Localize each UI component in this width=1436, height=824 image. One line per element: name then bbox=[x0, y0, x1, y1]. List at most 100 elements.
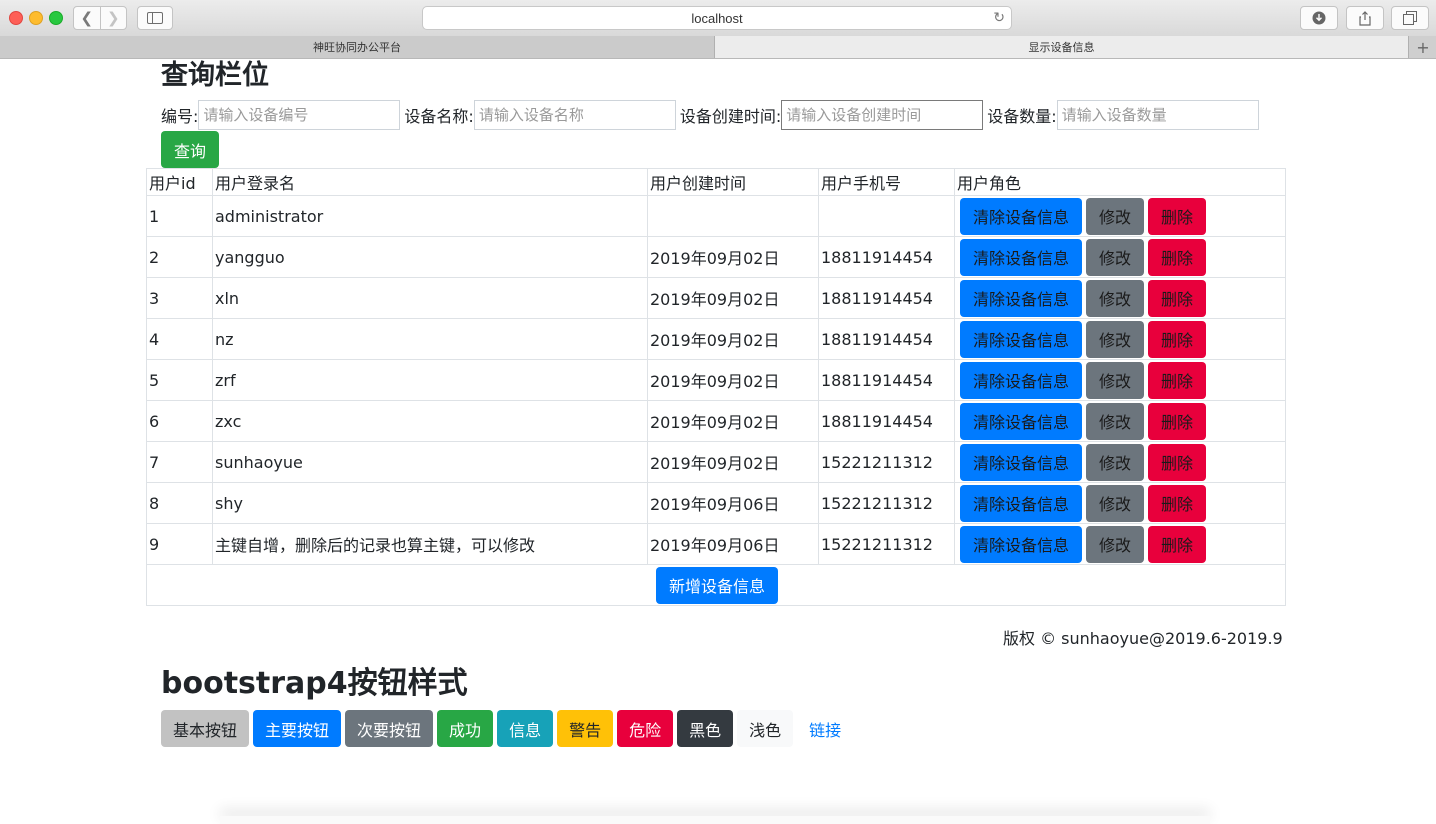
delete-button[interactable]: 删除 bbox=[1148, 238, 1206, 276]
reload-icon[interactable]: ↻ bbox=[993, 9, 1005, 26]
edit-button[interactable]: 修改 bbox=[1086, 238, 1144, 276]
new-tab-button[interactable]: + bbox=[1408, 36, 1436, 58]
link-button[interactable]: 链接 bbox=[797, 710, 853, 747]
cell-phone: 18811914454 bbox=[818, 359, 955, 401]
cell-created-time: 2019年09月02日 bbox=[647, 400, 819, 442]
edit-button[interactable]: 修改 bbox=[1086, 484, 1144, 522]
tabs-overview-icon[interactable] bbox=[1391, 6, 1429, 30]
cell-login-name: shy bbox=[212, 482, 648, 524]
cell-actions: 清除设备信息 修改 删除 bbox=[954, 359, 1286, 401]
basic-button[interactable]: 基本按钮 bbox=[161, 710, 250, 747]
delete-button[interactable]: 删除 bbox=[1148, 279, 1206, 317]
table-header-row: 用户id 用户登录名 用户创建时间 用户手机号 用户角色 bbox=[146, 168, 1286, 196]
browser-titlebar: ❮ ❯ localhost ↻ bbox=[0, 0, 1436, 37]
forward-icon[interactable]: ❯ bbox=[101, 7, 127, 29]
dark-button[interactable]: 黑色 bbox=[677, 710, 734, 747]
edit-button[interactable]: 修改 bbox=[1086, 443, 1144, 481]
clear-device-info-button[interactable]: 清除设备信息 bbox=[960, 320, 1082, 358]
tab-office-platform[interactable]: 神旺协同办公平台 bbox=[0, 36, 715, 58]
device-count-input[interactable] bbox=[1056, 100, 1259, 130]
edit-button[interactable]: 修改 bbox=[1086, 279, 1144, 317]
table-row: 5 zrf 2019年09月02日 18811914454 清除设备信息 修改 删除 bbox=[146, 359, 1286, 401]
clear-device-info-button[interactable]: 清除设备信息 bbox=[960, 443, 1082, 481]
zoom-window-button[interactable] bbox=[49, 11, 63, 25]
delete-button[interactable]: 删除 bbox=[1148, 197, 1206, 235]
table-row: 4 nz 2019年09月02日 18811914454 清除设备信息 修改 删除 bbox=[146, 318, 1286, 360]
delete-button[interactable]: 删除 bbox=[1148, 484, 1206, 522]
header-phone: 用户手机号 bbox=[818, 168, 955, 196]
table-row: 7 sunhaoyue 2019年09月02日 15221211312 清除设备信息 修改… bbox=[146, 441, 1286, 483]
cell-actions: 清除设备信息 修改 删除 bbox=[954, 523, 1286, 565]
light-button[interactable]: 浅色 bbox=[737, 710, 794, 747]
cell-user-id: 6 bbox=[146, 400, 213, 442]
add-device-button[interactable]: 新增设备信息 bbox=[656, 566, 778, 604]
edit-button[interactable]: 修改 bbox=[1086, 525, 1144, 563]
cell-created-time: 2019年09月02日 bbox=[647, 277, 819, 319]
edit-button[interactable]: 修改 bbox=[1086, 361, 1144, 399]
cell-phone: 15221211312 bbox=[818, 523, 955, 565]
tab-device-info[interactable]: 显示设备信息 bbox=[715, 36, 1408, 58]
device-created-input[interactable] bbox=[781, 100, 984, 130]
table-row: 6 zxc 2019年09月02日 18811914454 清除设备信息 修改 删除 bbox=[146, 400, 1286, 442]
clear-device-info-button[interactable]: 清除设备信息 bbox=[960, 197, 1082, 235]
downloads-icon[interactable] bbox=[1300, 6, 1338, 30]
edit-button[interactable]: 修改 bbox=[1086, 402, 1144, 440]
add-cell: 新增设备信息 bbox=[146, 564, 1286, 606]
delete-button[interactable]: 删除 bbox=[1148, 443, 1206, 481]
cell-created-time: 2019年09月02日 bbox=[647, 441, 819, 483]
user-table: 用户id 用户登录名 用户创建时间 用户手机号 用户角色 1 administra… bbox=[146, 168, 1286, 606]
clear-device-info-button[interactable]: 清除设备信息 bbox=[960, 361, 1082, 399]
delete-button[interactable]: 删除 bbox=[1148, 320, 1206, 358]
device-name-label: 设备名称: bbox=[404, 107, 474, 126]
cell-user-id: 5 bbox=[146, 359, 213, 401]
table-row: 9 主键自增，删除后的记录也算主键，可以修改 2019年09月06日 15221211… bbox=[146, 523, 1286, 565]
cell-login-name: 主键自增，删除后的记录也算主键，可以修改 bbox=[212, 523, 648, 565]
clear-device-info-button[interactable]: 清除设备信息 bbox=[960, 279, 1082, 317]
cell-login-name: zxc bbox=[212, 400, 648, 442]
cell-created-time: 2019年09月02日 bbox=[647, 318, 819, 360]
sidebar-toggle-icon[interactable] bbox=[137, 6, 173, 30]
address-bar[interactable]: localhost ↻ bbox=[422, 6, 1012, 30]
edit-button[interactable]: 修改 bbox=[1086, 320, 1144, 358]
cell-phone: 18811914454 bbox=[818, 236, 955, 278]
primary-button[interactable]: 主要按钮 bbox=[253, 710, 342, 747]
success-button[interactable]: 成功 bbox=[437, 710, 494, 747]
info-button[interactable]: 信息 bbox=[497, 710, 554, 747]
share-icon[interactable] bbox=[1346, 6, 1384, 30]
header-login-name: 用户登录名 bbox=[212, 168, 648, 196]
cell-phone: 15221211312 bbox=[818, 482, 955, 524]
cell-login-name: sunhaoyue bbox=[212, 441, 648, 483]
cell-user-id: 8 bbox=[146, 482, 213, 524]
cell-user-id: 9 bbox=[146, 523, 213, 565]
bootstrap-section-title: bootstrap4按钮样式 bbox=[161, 666, 468, 701]
close-window-button[interactable] bbox=[9, 11, 23, 25]
minimize-window-button[interactable] bbox=[29, 11, 43, 25]
clear-device-info-button[interactable]: 清除设备信息 bbox=[960, 402, 1082, 440]
delete-button[interactable]: 删除 bbox=[1148, 525, 1206, 563]
table-row: 2 yangguo 2019年09月02日 18811914454 清除设备信息 修改 删除 bbox=[146, 236, 1286, 278]
query-button[interactable]: 查询 bbox=[161, 131, 219, 168]
header-created-time: 用户创建时间 bbox=[647, 168, 819, 196]
delete-button[interactable]: 删除 bbox=[1148, 402, 1206, 440]
clear-device-info-button[interactable]: 清除设备信息 bbox=[960, 525, 1082, 563]
back-icon[interactable]: ❮ bbox=[74, 7, 101, 29]
device-name-input[interactable] bbox=[473, 100, 676, 130]
clear-device-info-button[interactable]: 清除设备信息 bbox=[960, 484, 1082, 522]
warning-button[interactable]: 警告 bbox=[557, 710, 614, 747]
header-user-id: 用户id bbox=[146, 168, 213, 196]
table-row: 3 xln 2019年09月02日 18811914454 清除设备信息 修改 删除 bbox=[146, 277, 1286, 319]
edit-button[interactable]: 修改 bbox=[1086, 197, 1144, 235]
delete-button[interactable]: 删除 bbox=[1148, 361, 1206, 399]
clear-device-info-button[interactable]: 清除设备信息 bbox=[960, 238, 1082, 276]
tab-bar: 神旺协同办公平台 显示设备信息 + bbox=[0, 36, 1436, 59]
cell-phone bbox=[818, 195, 955, 237]
cell-login-name: yangguo bbox=[212, 236, 648, 278]
danger-button[interactable]: 危险 bbox=[617, 710, 674, 747]
history-nav: ❮ ❯ bbox=[73, 6, 127, 30]
secondary-button[interactable]: 次要按钮 bbox=[345, 710, 434, 747]
cell-created-time: 2019年09月06日 bbox=[647, 482, 819, 524]
device-id-input[interactable] bbox=[198, 100, 401, 130]
cell-phone: 18811914454 bbox=[818, 277, 955, 319]
device-count-label: 设备数量: bbox=[987, 107, 1057, 126]
query-form: 编号: 设备名称: 设备创建时间: 设备数量: bbox=[161, 100, 1263, 130]
